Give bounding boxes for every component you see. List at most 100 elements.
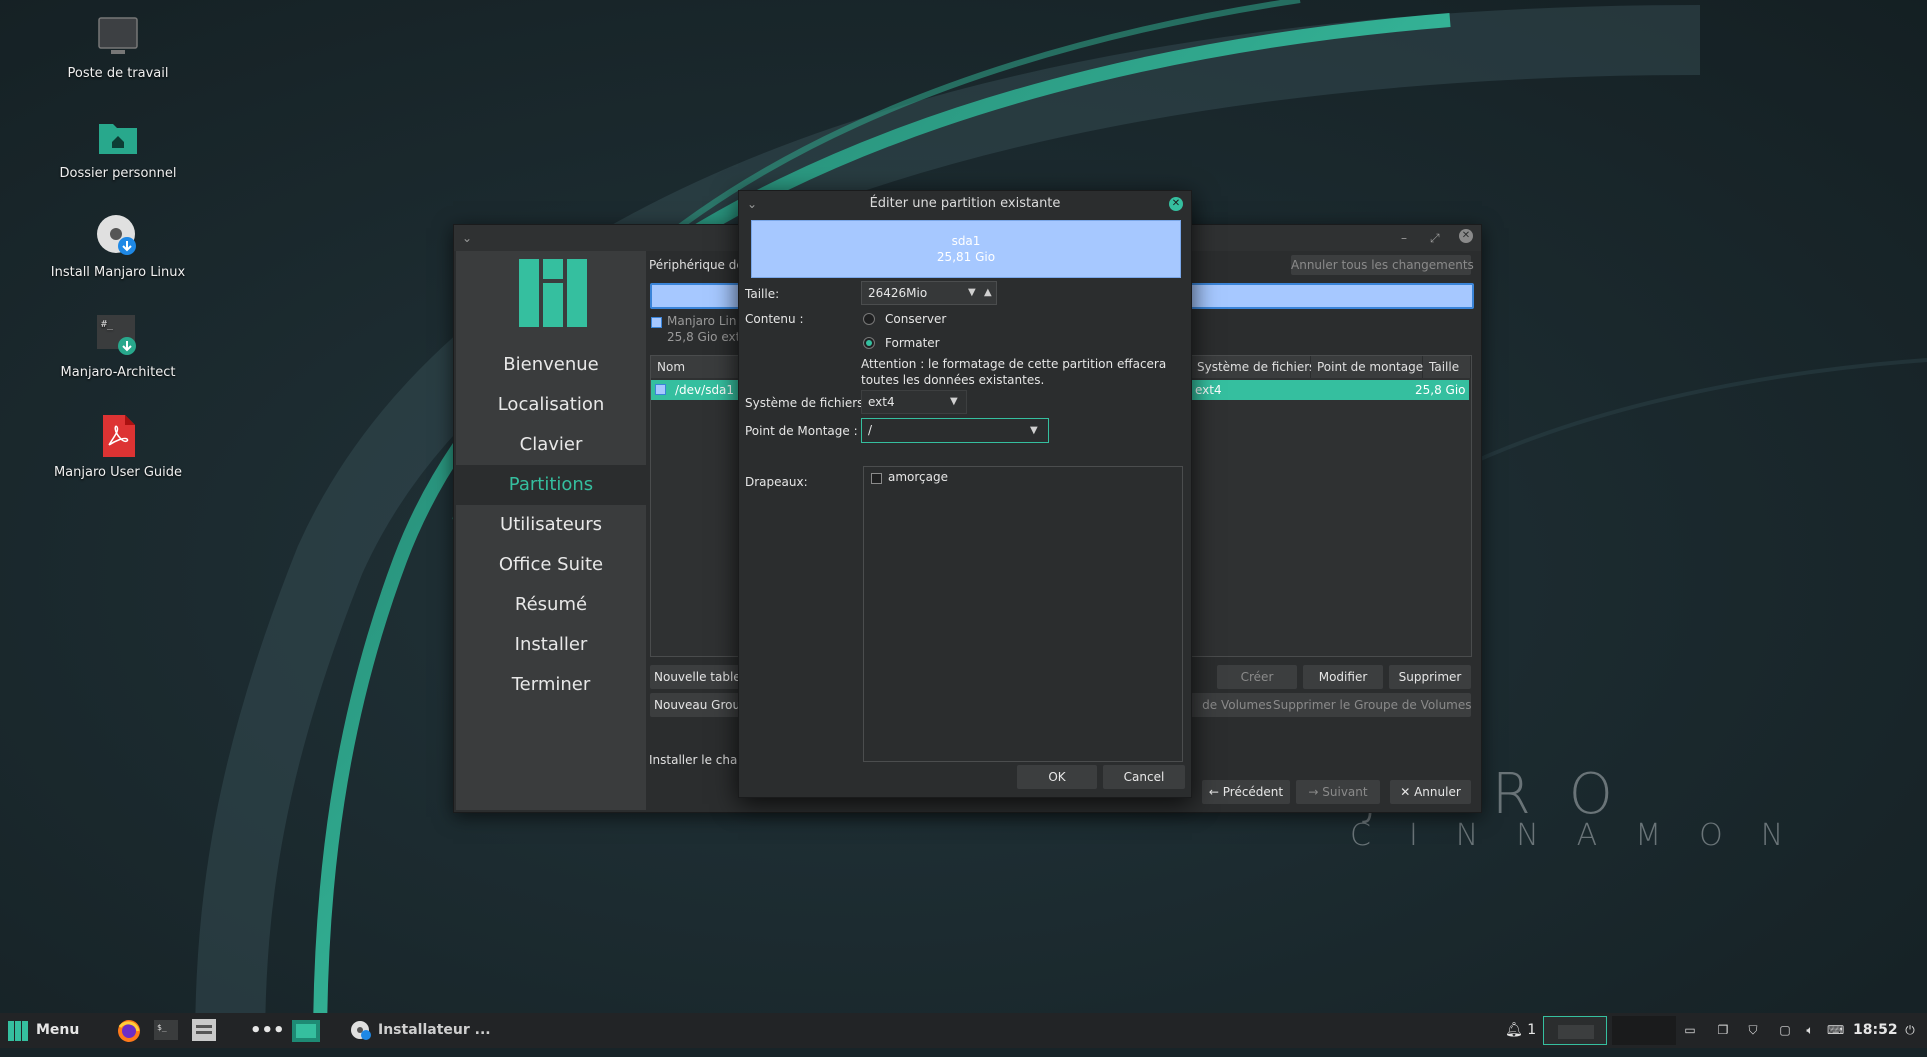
content-label: Contenu : (745, 312, 804, 326)
sidebar-item-welcome[interactable]: Bienvenue (456, 345, 646, 385)
partition-bar: sda1 25,81 Gio (751, 220, 1181, 278)
windows-icon[interactable]: ❐ (1716, 1023, 1730, 1037)
bell-icon: 🔔︎ (1505, 1022, 1523, 1038)
edit-button[interactable]: Modifier (1303, 665, 1383, 689)
taskbar-window-installer[interactable]: Installateur ... (350, 1013, 500, 1048)
power-icon[interactable]: ⏻ (1903, 1023, 1917, 1037)
terminal-launcher[interactable]: $_ (154, 1013, 182, 1048)
terminal-icon: $_ (154, 1020, 178, 1040)
chevron-down-icon[interactable]: ▼ (968, 282, 976, 304)
menu-button[interactable]: Menu (8, 1013, 84, 1048)
desktop-icon-home[interactable]: Dossier personnel (38, 114, 198, 182)
sidebar-item-keyboard[interactable]: Clavier (456, 425, 646, 465)
edit-partition-dialog: ⌄ Éditer une partition existante ✕ sda1 … (738, 190, 1192, 798)
firefox-launcher[interactable] (116, 1013, 144, 1048)
sidebar-item-office[interactable]: Office Suite (456, 545, 646, 585)
filesystem-select[interactable]: ext4 ▼ (861, 390, 967, 414)
delete-button[interactable]: Supprimer (1389, 665, 1471, 689)
installer-launcher[interactable] (292, 1013, 322, 1048)
close-icon[interactable]: ✕ (1459, 229, 1473, 243)
desktop-icon-user-guide[interactable]: Manjaro User Guide (38, 413, 198, 481)
partition-color-swatch (655, 384, 666, 395)
sidebar-item-install[interactable]: Installer (456, 625, 646, 665)
manjaro-window-icon (292, 1020, 320, 1042)
volume-icon[interactable]: 🔈︎ (1803, 1023, 1817, 1037)
pdf-document-icon (95, 413, 141, 459)
revert-all-button[interactable]: Annuler tous les changements (1291, 255, 1474, 275)
desktop-icon-architect[interactable]: #_ Manjaro-Architect (38, 313, 198, 381)
display-icon[interactable]: ▭ (1683, 1023, 1697, 1037)
filesystem-label: Système de fichiers: (745, 396, 868, 410)
desktop-icon-label: Manjaro-Architect (60, 365, 176, 380)
format-radio[interactable] (863, 337, 875, 349)
keep-label: Conserver (885, 312, 947, 326)
next-button[interactable]: → Suivant (1296, 780, 1380, 804)
window-menu-icon[interactable]: ⌄ (747, 191, 757, 217)
keyboard-icon[interactable]: ⌨︎ (1827, 1023, 1844, 1037)
chevron-down-icon[interactable]: ▼ (1030, 419, 1038, 442)
size-value: 26426Mio (868, 286, 928, 300)
create-button[interactable]: Créer (1217, 665, 1297, 689)
chevron-up-icon[interactable]: ▲ (984, 282, 992, 304)
boot-flag-label: amorçage (888, 470, 949, 484)
files-launcher[interactable] (192, 1013, 220, 1048)
back-button[interactable]: ← Précédent (1202, 780, 1290, 804)
delete-volume-group-button[interactable]: Supprimer le Groupe de Volumes (1273, 693, 1472, 717)
size-spinbox[interactable]: 26426Mio ▼ ▲ (861, 281, 997, 305)
row-size: 25,8 Gio (1415, 383, 1466, 397)
desktop-icon-label: Poste de travail (67, 66, 169, 81)
taskbar-window-label: Installateur ... (378, 1022, 491, 1038)
sidebar-item-finish[interactable]: Terminer (456, 665, 646, 705)
cd-install-icon (95, 213, 141, 259)
notifications-applet[interactable]: 🔔︎ 1 (1505, 1013, 1545, 1048)
boot-flag-checkbox[interactable] (871, 473, 882, 484)
column-header-filesystem[interactable]: Système de fichiers (1191, 356, 1315, 378)
mountpoint-combo[interactable]: / ▼ (861, 418, 1049, 443)
dialog-title: Éditer une partition existante (869, 196, 1061, 211)
shield-icon[interactable]: ⛉ (1746, 1023, 1760, 1037)
maximize-icon[interactable]: ⤢ (1430, 231, 1440, 246)
manjaro-logo-icon (8, 1020, 28, 1041)
manjaro-logo (519, 259, 587, 327)
disk-info: 25,8 Gio ext (667, 330, 741, 344)
workspace-1[interactable] (1543, 1016, 1607, 1045)
monitor-icon (95, 14, 141, 60)
svg-text:#_: #_ (101, 319, 114, 330)
desktop-icon-install-manjaro[interactable]: Install Manjaro Linux (38, 213, 198, 281)
row-name: /dev/sda1 (675, 383, 735, 397)
sidebar-item-location[interactable]: Localisation (456, 385, 646, 425)
cancel-button[interactable]: Cancel (1103, 765, 1185, 789)
file-manager-icon (192, 1019, 216, 1041)
more-apps-icon[interactable]: ••• (250, 1013, 285, 1048)
device-label: Périphérique de (649, 258, 744, 272)
arrow-right-icon: → (1308, 785, 1323, 799)
clock[interactable]: 18:52 (1853, 1013, 1898, 1048)
close-icon[interactable]: ✕ (1169, 197, 1183, 211)
notifications-count: 1 (1527, 1022, 1537, 1038)
workspace-window-preview (1558, 1025, 1594, 1039)
sidebar-item-users[interactable]: Utilisateurs (456, 505, 646, 545)
desktop-icon-computer[interactable]: Poste de travail (38, 14, 198, 82)
dialog-titlebar[interactable]: ⌄ Éditer une partition existante ✕ (739, 191, 1191, 217)
column-header-mountpoint[interactable]: Point de montage (1311, 356, 1423, 378)
minimize-icon[interactable]: – (1401, 231, 1407, 245)
format-warning-line1: Attention : le formatage de cette partit… (861, 357, 1167, 371)
window-menu-icon[interactable]: ⌄ (462, 231, 472, 245)
cd-install-icon (350, 1019, 372, 1041)
sidebar-item-summary[interactable]: Résumé (456, 585, 646, 625)
sidebar-item-partitions[interactable]: Partitions (456, 465, 646, 505)
ok-button[interactable]: OK (1017, 765, 1097, 789)
cancel-install-button[interactable]: ✕ Annuler (1390, 780, 1471, 804)
network-icon[interactable]: ▢ (1778, 1023, 1792, 1037)
disk-name: Manjaro Lin (667, 314, 737, 328)
arrow-left-icon: ← (1208, 785, 1223, 799)
menu-label: Menu (36, 1022, 80, 1038)
filesystem-value: ext4 (868, 395, 895, 409)
keep-radio[interactable] (863, 313, 875, 325)
next-label: Suivant (1322, 785, 1368, 799)
format-label: Formater (885, 336, 940, 350)
volume-group-button[interactable]: de Volumes (1189, 693, 1285, 717)
column-header-size[interactable]: Taille (1423, 356, 1471, 378)
svg-text:$_: $_ (157, 1023, 167, 1032)
workspace-2[interactable] (1612, 1016, 1676, 1045)
